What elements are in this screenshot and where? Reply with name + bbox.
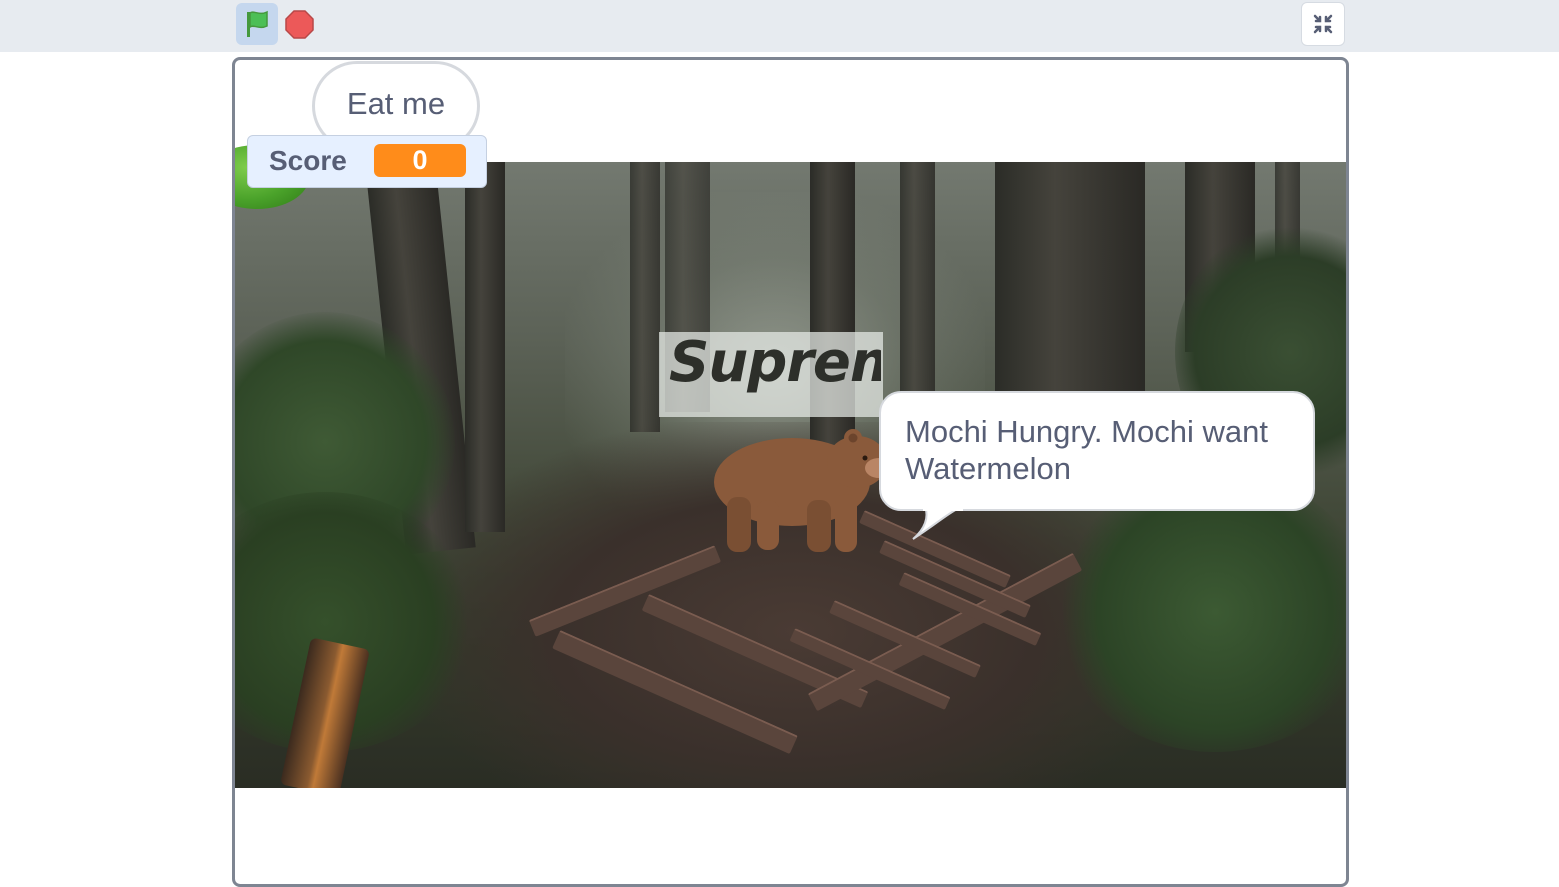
tree-trunk xyxy=(995,162,1145,412)
bear-speech-bubble: Mochi Hungry. Mochi want Watermelon xyxy=(879,391,1315,511)
score-label: Score xyxy=(269,145,347,176)
score-variable-monitor[interactable]: Score 0 xyxy=(247,135,487,188)
stage-canvas[interactable]: Supreme Mochi Hungry. Mochi want Waterme… xyxy=(232,57,1349,887)
supreme-sign-text: Supreme xyxy=(669,330,881,395)
score-value: 0 xyxy=(374,144,466,177)
tree-trunk xyxy=(630,162,660,432)
green-flag-button[interactable] xyxy=(236,3,278,45)
stop-button[interactable] xyxy=(284,9,315,40)
exit-fullscreen-button[interactable] xyxy=(1301,2,1345,46)
stop-sign-icon xyxy=(285,10,314,39)
tree-trunk xyxy=(465,162,505,532)
bear-sprite[interactable] xyxy=(707,422,897,557)
tree-trunk xyxy=(900,162,935,422)
stage-toolbar xyxy=(0,0,1559,52)
exit-fullscreen-icon xyxy=(1313,14,1333,34)
green-flag-icon xyxy=(247,10,268,37)
speech-bubble-tail xyxy=(912,507,963,540)
